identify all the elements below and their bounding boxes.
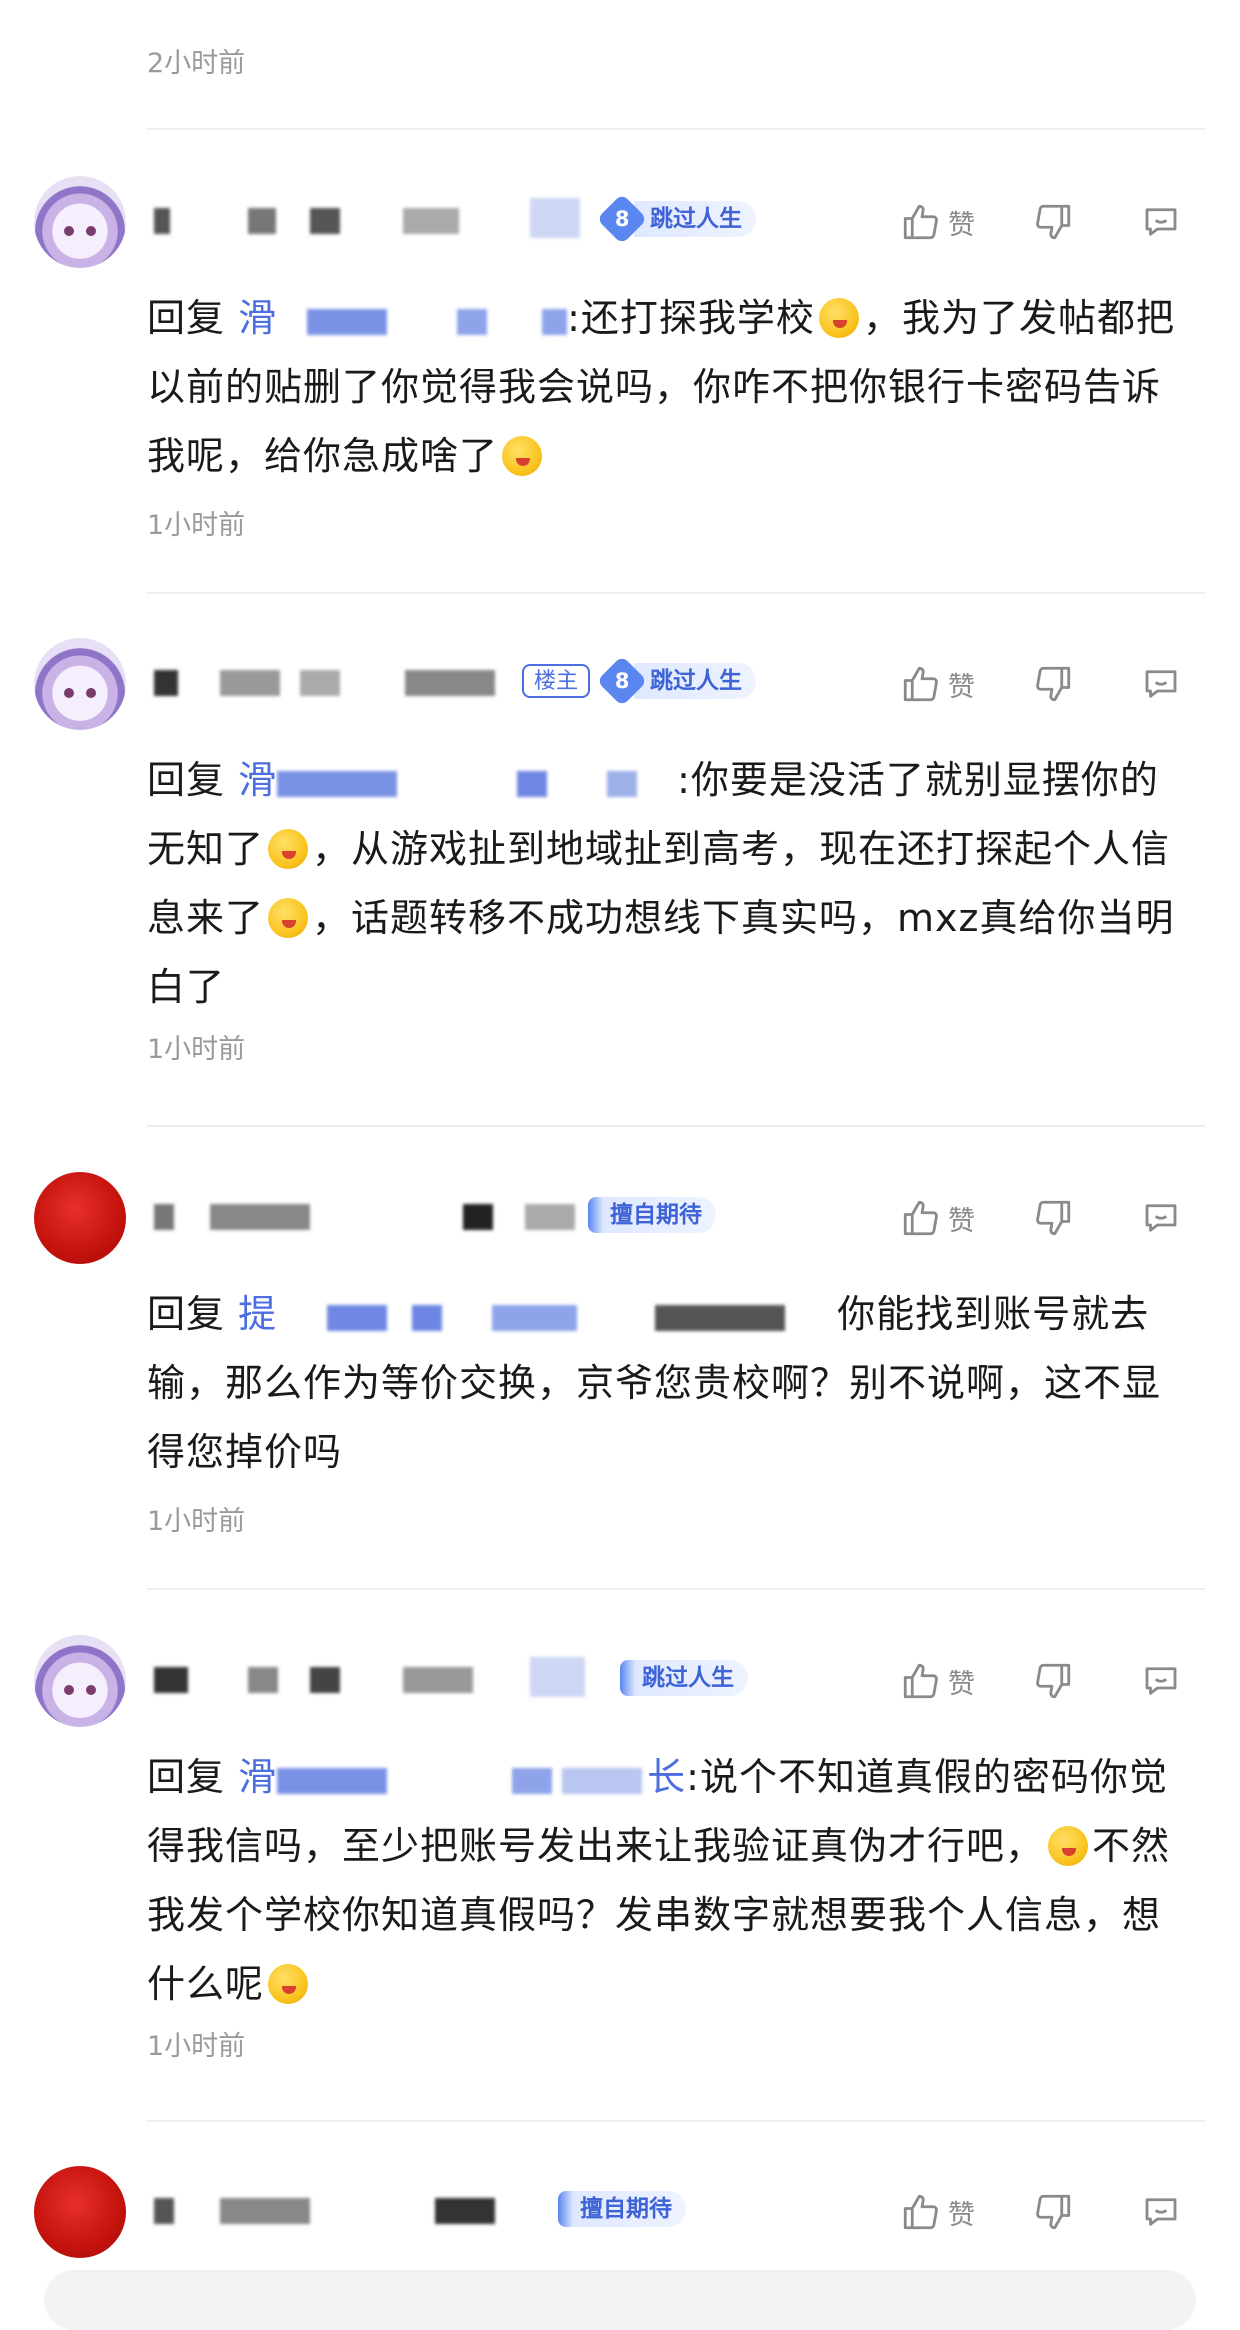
mention-link[interactable]: 滑 <box>238 284 568 353</box>
thumbs-up-icon <box>903 666 938 702</box>
grin-emoji-icon <box>268 1963 309 2004</box>
comment-text: 回复 滑:还打探我学校 ，我为了发帖都把以前的贴删了你觉得我会说吗，你咋不把你银行… <box>147 284 1197 491</box>
comment-text-part: :还打探我学校 <box>567 296 815 340</box>
comment-actions: 赞 <box>900 1657 1240 1705</box>
grin-emoji-icon <box>502 435 543 476</box>
dislike-button[interactable] <box>1032 198 1074 246</box>
level-title: 擅自期待 <box>558 2191 686 2227</box>
dislike-button[interactable] <box>1032 660 1074 708</box>
comment-actions: 赞 <box>900 198 1240 246</box>
reply-prefix: 回复 <box>147 1292 226 1336</box>
like-label: 赞 <box>948 1205 975 1237</box>
thumbs-down-icon <box>1036 1663 1071 1699</box>
like-label: 赞 <box>948 671 975 703</box>
level-badge: 擅自期待 <box>588 1194 716 1236</box>
divider <box>147 1125 1205 1127</box>
comment-bubble-icon <box>1145 670 1177 698</box>
username-blurred[interactable] <box>150 1194 590 1238</box>
mention-link[interactable]: 提 <box>238 1280 837 1349</box>
comment-timestamp: 1小时前 <box>147 1506 246 1537</box>
comment-bubble-icon <box>1145 208 1177 236</box>
level-badge: 8 跳过人生 <box>596 193 756 245</box>
hands-emoji-icon <box>268 828 309 869</box>
comment-timestamp: 2小时前 <box>147 48 246 79</box>
reply-button[interactable] <box>1140 198 1182 246</box>
avatar[interactable] <box>34 1172 126 1264</box>
like-label: 赞 <box>948 2199 975 2231</box>
thumbs-down-icon <box>1036 204 1071 240</box>
thumbs-up-icon <box>903 1663 938 1699</box>
like-label: 赞 <box>948 209 975 241</box>
username-blurred[interactable] <box>150 1657 590 1701</box>
comment-timestamp: 1小时前 <box>147 510 246 541</box>
comment-actions: 赞 <box>900 2188 1240 2236</box>
owner-badge: 楼主 <box>522 664 591 698</box>
like-button[interactable]: 赞 <box>900 660 975 708</box>
yum-emoji-icon <box>268 897 309 938</box>
reply-button[interactable] <box>1140 660 1182 708</box>
mention-link[interactable]: 滑 <box>238 746 677 815</box>
reply-button[interactable] <box>1140 1657 1182 1705</box>
like-button[interactable]: 赞 <box>900 1657 975 1705</box>
comment-text: 回复 提你能找到账号就去输，那么作为等价交换，京爷您贵校啊？别不说啊，这不显得您… <box>147 1280 1197 1487</box>
comment-text: 回复 滑:你要是没活了就别显摆你的无知了 ，从游戏扯到地域扯到高考，现在还打探起个… <box>147 746 1197 1022</box>
like-button[interactable]: 赞 <box>900 1194 975 1242</box>
yum-emoji-icon <box>1048 1825 1089 1866</box>
divider <box>147 1588 1205 1590</box>
comment-actions: 赞 <box>900 1194 1240 1242</box>
level-badge: 擅自期待 <box>558 2188 686 2230</box>
avatar[interactable] <box>34 176 126 268</box>
thumbs-down-icon <box>1036 666 1071 702</box>
reply-prefix: 回复 <box>147 758 226 802</box>
like-button[interactable]: 赞 <box>900 2188 975 2236</box>
dislike-button[interactable] <box>1032 2188 1074 2236</box>
reply-prefix: 回复 <box>147 1755 226 1799</box>
yum-emoji-icon <box>818 297 859 338</box>
thumbs-up-icon <box>903 2194 938 2230</box>
level-badge: 8 跳过人生 <box>596 655 756 707</box>
like-label: 赞 <box>948 1668 975 1700</box>
divider <box>147 128 1205 130</box>
reply-prefix: 回复 <box>147 296 226 340</box>
level-title: 跳过人生 <box>634 201 756 237</box>
divider <box>147 2120 1205 2122</box>
thumbs-up-icon <box>903 1200 938 1236</box>
reply-button[interactable] <box>1140 1194 1182 1242</box>
dislike-button[interactable] <box>1032 1194 1074 1242</box>
divider <box>147 592 1205 594</box>
comment-timestamp: 1小时前 <box>147 1034 246 1065</box>
thumbs-down-icon <box>1036 2194 1071 2230</box>
username-blurred[interactable] <box>150 2188 590 2232</box>
avatar[interactable] <box>34 2166 126 2258</box>
reply-input-bar[interactable] <box>44 2270 1196 2330</box>
avatar[interactable] <box>34 1635 126 1727</box>
comment-bubble-icon <box>1145 1667 1177 1695</box>
level-badge: 跳过人生 <box>620 1657 748 1699</box>
dislike-button[interactable] <box>1032 1657 1074 1705</box>
reply-button[interactable] <box>1140 2188 1182 2236</box>
level-title: 跳过人生 <box>634 663 756 699</box>
comment-timestamp: 1小时前 <box>147 2031 246 2062</box>
comment-bubble-icon <box>1145 2198 1177 2226</box>
mention-link[interactable]: 滑长 <box>238 1743 686 1812</box>
comment-text: 回复 滑长:说个不知道真假的密码你觉得我信吗，至少把账号发出来让我验证真伪才行吧… <box>147 1743 1197 2019</box>
avatar[interactable] <box>34 638 126 730</box>
level-title: 跳过人生 <box>620 1660 748 1696</box>
comment-bubble-icon <box>1145 1204 1177 1232</box>
thumbs-up-icon <box>903 204 938 240</box>
like-button[interactable]: 赞 <box>900 198 975 246</box>
thumbs-down-icon <box>1036 1200 1071 1236</box>
username-blurred[interactable] <box>150 198 590 242</box>
level-title: 擅自期待 <box>588 1197 716 1233</box>
comment-actions: 赞 <box>900 660 1240 708</box>
